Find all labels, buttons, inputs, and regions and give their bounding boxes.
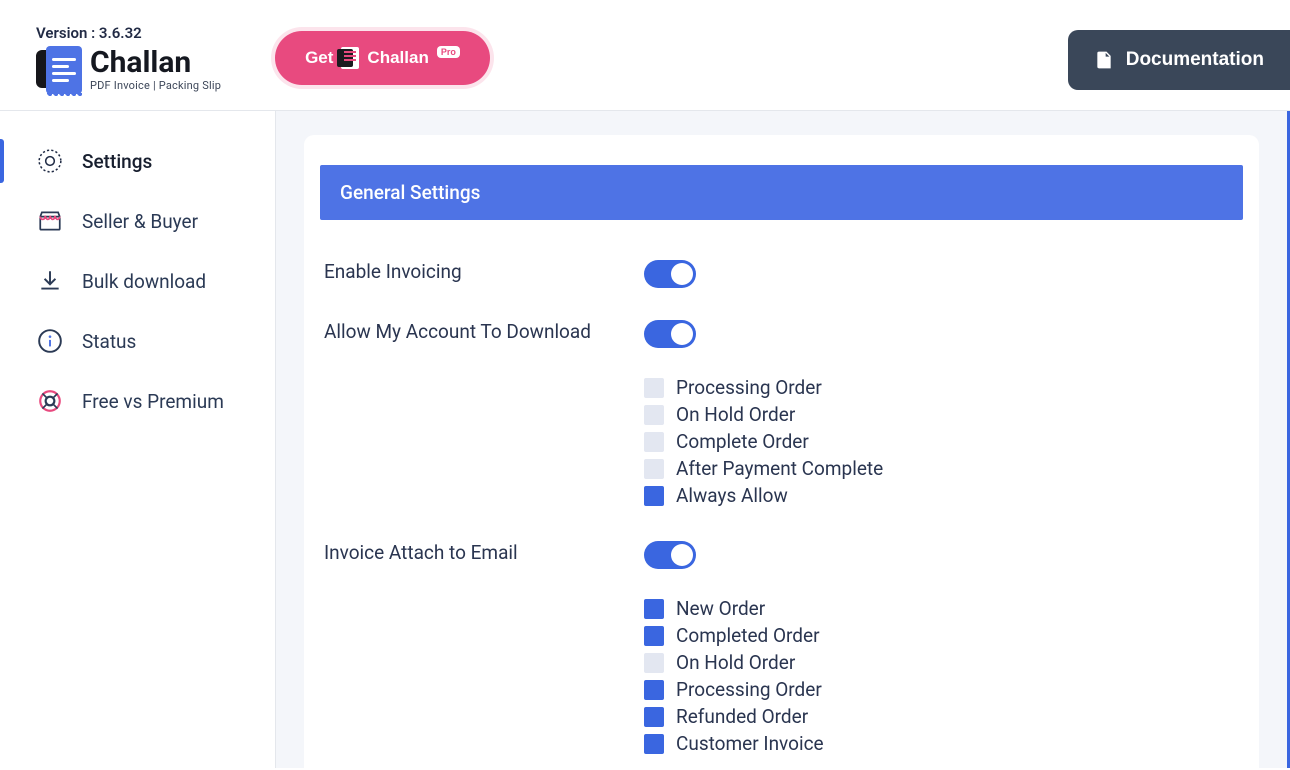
checkbox-label: New Order: [676, 597, 765, 620]
checkbox-icon: [644, 734, 664, 754]
checkbox-always-allow[interactable]: Always Allow: [644, 482, 1239, 509]
checkbox-label: Refunded Order: [676, 705, 808, 728]
checkbox-icon: [644, 405, 664, 425]
checkbox-new-order[interactable]: New Order: [644, 595, 1239, 622]
checkbox-label: On Hold Order: [676, 403, 795, 426]
allow-download-options: Processing Order On Hold Order Complete …: [644, 374, 1239, 509]
sidebar-item-settings[interactable]: Settings: [0, 131, 275, 191]
toggle-allow-download[interactable]: [644, 320, 696, 348]
checkbox-icon: [644, 459, 664, 479]
sidebar: Settings Seller & Buyer Bulk download St…: [0, 111, 276, 768]
logo-icon: [36, 46, 82, 92]
checkbox-icon: [644, 626, 664, 646]
checkbox-label: Customer Invoice: [676, 732, 824, 755]
pro-badge: Pro: [437, 46, 460, 58]
logo: Challan PDF Invoice | Packing Slip: [36, 46, 221, 92]
documentation-label: Documentation: [1126, 49, 1264, 71]
logo-title: Challan: [90, 48, 221, 78]
toggle-enable-invoicing[interactable]: [644, 260, 696, 288]
lifebuoy-icon: [36, 387, 64, 415]
checkbox-label: After Payment Complete: [676, 457, 883, 480]
get-pro-button[interactable]: Get Challan Pro: [275, 31, 490, 85]
header: Version : 3.6.32 Challan PDF Invoice | P…: [0, 0, 1290, 111]
checkbox-label: Complete Order: [676, 430, 809, 453]
get-pro-prefix: Get: [305, 48, 333, 68]
sidebar-item-label: Settings: [82, 150, 152, 173]
checkbox-icon: [644, 599, 664, 619]
checkbox-label: Processing Order: [676, 678, 822, 701]
checkbox-customer-invoice[interactable]: Customer Invoice: [644, 730, 1239, 757]
section-header: General Settings: [320, 165, 1243, 220]
checkbox-icon: [644, 653, 664, 673]
checkbox-after-payment-complete[interactable]: After Payment Complete: [644, 455, 1239, 482]
checkbox-icon: [644, 378, 664, 398]
sidebar-item-label: Free vs Premium: [82, 390, 224, 413]
setting-row-attach-email: Invoice Attach to Email New Order Comple…: [320, 531, 1243, 768]
checkbox-label: On Hold Order: [676, 651, 795, 674]
sidebar-item-free-vs-premium[interactable]: Free vs Premium: [0, 371, 275, 431]
document-icon: [1094, 48, 1114, 72]
content: General Settings Enable Invoicing Allow …: [276, 111, 1290, 768]
sidebar-item-label: Seller & Buyer: [82, 210, 198, 233]
checkbox-icon: [644, 680, 664, 700]
logo-text: Challan PDF Invoice | Packing Slip: [90, 48, 221, 91]
settings-card: General Settings Enable Invoicing Allow …: [304, 135, 1259, 768]
sidebar-item-seller-buyer[interactable]: Seller & Buyer: [0, 191, 275, 251]
checkbox-label: Completed Order: [676, 624, 820, 647]
get-pro-name: Challan: [367, 48, 428, 68]
checkbox-processing-order[interactable]: Processing Order: [644, 374, 1239, 401]
info-icon: [36, 327, 64, 355]
checkbox-icon: [644, 432, 664, 452]
setting-label: Invoice Attach to Email: [324, 541, 644, 564]
setting-label: Enable Invoicing: [324, 260, 644, 283]
setting-row-enable-invoicing: Enable Invoicing: [320, 250, 1243, 310]
checkbox-label: Always Allow: [676, 484, 788, 507]
setting-label: Allow My Account To Download: [324, 320, 644, 343]
checkbox-completed-order[interactable]: Completed Order: [644, 622, 1239, 649]
logo-subtitle: PDF Invoice | Packing Slip: [90, 80, 221, 91]
sidebar-item-label: Status: [82, 330, 136, 353]
download-icon: [36, 267, 64, 295]
gear-icon: [36, 147, 64, 175]
checkbox-refunded-order[interactable]: Refunded Order: [644, 703, 1239, 730]
sidebar-item-status[interactable]: Status: [0, 311, 275, 371]
version-block: Version : 3.6.32 Challan PDF Invoice | P…: [36, 24, 221, 92]
checkbox-processing-order-email[interactable]: Processing Order: [644, 676, 1239, 703]
challan-mini-icon: [341, 47, 359, 69]
sidebar-item-bulk-download[interactable]: Bulk download: [0, 251, 275, 311]
attach-email-options: New Order Completed Order On Hold Order: [644, 595, 1239, 757]
body: Settings Seller & Buyer Bulk download St…: [0, 111, 1290, 768]
toggle-attach-email[interactable]: [644, 541, 696, 569]
checkbox-icon: [644, 707, 664, 727]
checkbox-on-hold-order-email[interactable]: On Hold Order: [644, 649, 1239, 676]
sidebar-item-label: Bulk download: [82, 270, 206, 293]
documentation-button[interactable]: Documentation: [1068, 30, 1290, 90]
checkbox-complete-order[interactable]: Complete Order: [644, 428, 1239, 455]
checkbox-on-hold-order[interactable]: On Hold Order: [644, 401, 1239, 428]
store-icon: [36, 207, 64, 235]
checkbox-icon: [644, 486, 664, 506]
setting-row-allow-download: Allow My Account To Download Processing …: [320, 310, 1243, 531]
version-label: Version : 3.6.32: [36, 24, 142, 42]
checkbox-label: Processing Order: [676, 376, 822, 399]
